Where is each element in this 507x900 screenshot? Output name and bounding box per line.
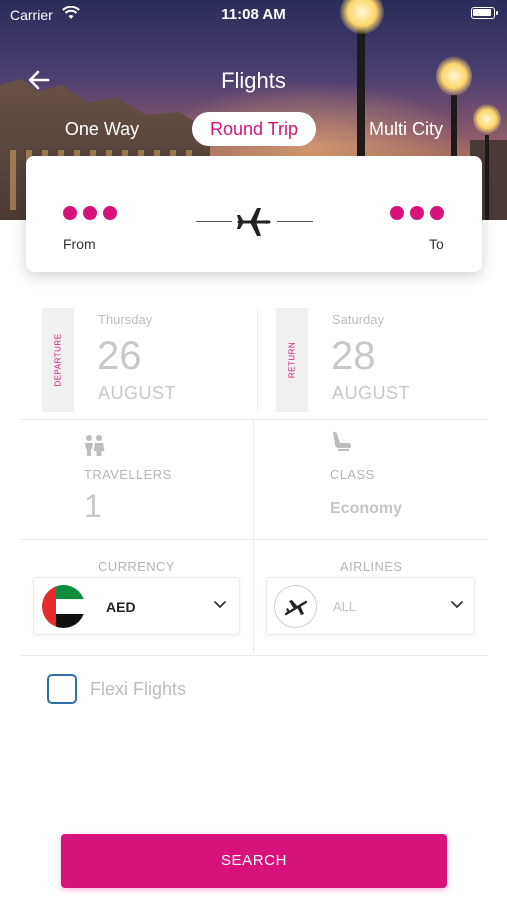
currency-value: AED [106,599,136,615]
return-day: 28 [331,334,376,378]
seat-icon [333,431,351,451]
airlines-label: AIRLINES [340,559,403,574]
divider [20,539,488,540]
trip-type-tabs: One Way Round Trip Multi City [0,112,507,148]
airplane-icon [237,208,271,236]
search-button[interactable]: SEARCH [61,834,447,888]
uae-flag-icon [42,585,85,628]
departure-tag: DEPARTURE [42,308,74,412]
tab-round-trip[interactable]: Round Trip [192,112,316,146]
chevron-down-icon [214,601,226,608]
route-line-right [277,221,313,222]
class-selector[interactable]: CLASS Economy [254,420,488,538]
return-tag: RETURN [276,308,308,412]
route-line-left [196,221,232,222]
destination-picker[interactable] [390,206,444,220]
return-weekday: Saturday [332,312,385,327]
departure-tag-label: DEPARTURE [53,333,63,387]
departure-month: AUGUST [98,383,177,403]
flexi-flights-label: Flexi Flights [90,679,187,699]
page-title: Flights [221,68,286,93]
divider [20,655,488,656]
travellers-icon [85,435,105,456]
battery-icon [471,7,498,19]
airplane-icon [285,600,307,616]
currency-dropdown[interactable]: AED [33,577,240,635]
currency-label: CURRENCY [98,559,175,574]
airlines-value: ALL [333,599,357,614]
departure-day: 26 [97,334,142,378]
tab-one-way[interactable]: One Way [52,112,152,146]
travellers-selector[interactable]: TRAVELLERS 1 [20,420,254,538]
departure-weekday: Thursday [98,312,153,327]
origin-picker[interactable] [63,206,117,220]
from-label: From [63,236,96,252]
return-month: AUGUST [332,383,411,403]
status-bar: Carrier 11:08 AM [0,0,507,28]
flexi-flights-checkbox[interactable] [47,674,77,704]
class-label: CLASS [330,467,375,482]
divider [257,310,258,410]
tab-multi-city[interactable]: Multi City [356,112,456,146]
departure-date-picker[interactable]: DEPARTURE Thursday 26 AUGUST [42,308,242,412]
return-date-picker[interactable]: RETURN Saturday 28 AUGUST [276,308,476,412]
return-tag-label: RETURN [287,341,297,379]
class-value: Economy [330,500,403,517]
clock: 11:08 AM [221,6,286,23]
route-card: From To [26,156,482,272]
travellers-label: TRAVELLERS [84,467,172,482]
travellers-count: 1 [84,488,102,524]
airlines-dropdown[interactable]: ALL [266,577,475,635]
to-label: To [429,236,444,252]
chevron-down-icon [451,601,463,608]
airline-icon [274,585,317,628]
